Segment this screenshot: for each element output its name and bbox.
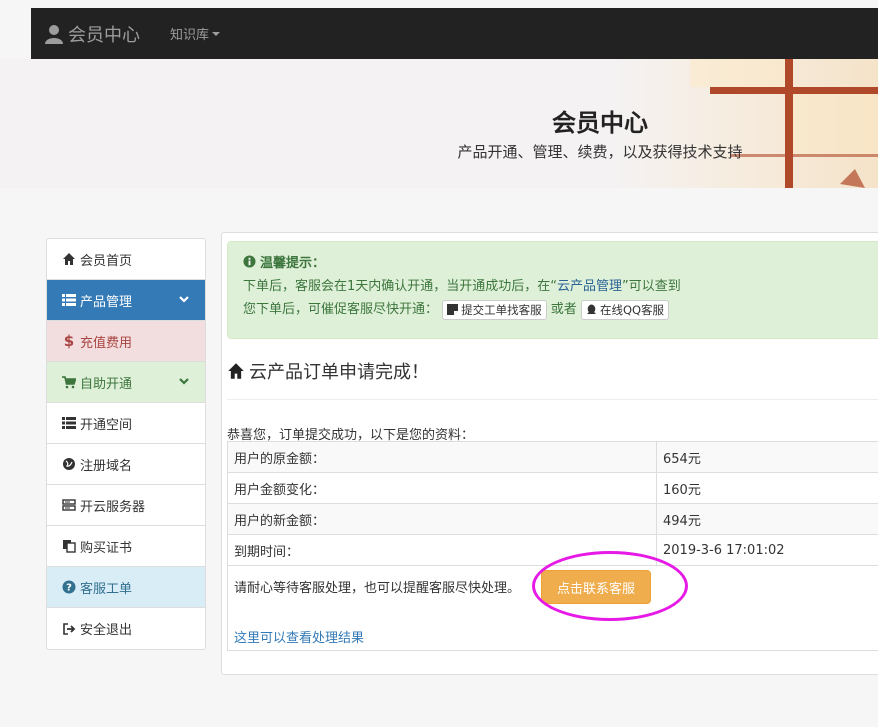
alert-title: 温馨提示： bbox=[243, 252, 878, 271]
row-value: 494元 bbox=[656, 503, 878, 535]
or-text: 或者 bbox=[550, 302, 577, 317]
highlight-circle-annotation bbox=[532, 551, 688, 621]
dollar-icon: $ bbox=[63, 332, 75, 350]
online-qq-button[interactable]: 在线QQ客服 bbox=[580, 299, 670, 320]
hero-banner: 会员中心 产品开通、管理、续费，以及获得技术支持 bbox=[0, 59, 878, 188]
qq-penguin-icon bbox=[586, 304, 596, 314]
chevron-down-icon bbox=[179, 296, 189, 303]
home-icon bbox=[63, 253, 75, 265]
cart-icon bbox=[62, 376, 76, 389]
brand-link[interactable]: 会员中心 bbox=[45, 21, 140, 47]
sidebar-item-self-service[interactable]: 自助开通 bbox=[47, 362, 205, 403]
submit-ticket-button[interactable]: 提交工单找客服 bbox=[442, 299, 547, 320]
row-key: 用户金额变化： bbox=[227, 472, 657, 504]
online-qq-label: 在线QQ客服 bbox=[599, 302, 665, 317]
sidebar-item-open-space[interactable]: 开通空间 bbox=[47, 403, 205, 444]
list-icon bbox=[62, 417, 76, 429]
cloud-product-management-link[interactable]: 云产品管理 bbox=[557, 279, 622, 294]
copy-icon bbox=[63, 540, 76, 553]
brand-label: 会员中心 bbox=[68, 24, 140, 46]
logout-icon bbox=[63, 622, 76, 635]
chevron-down-icon bbox=[179, 378, 189, 385]
caret-down-icon bbox=[212, 31, 221, 36]
sidebar-item-label: 产品管理 bbox=[80, 294, 133, 310]
alert-line-2-text: 您下单后，可催促客服尽快开通： bbox=[243, 302, 439, 317]
row-value: 654元 bbox=[656, 441, 878, 473]
sidebar-item-label: 会员首页 bbox=[80, 253, 133, 269]
table-row: 用户的原金额： 654元 bbox=[227, 441, 878, 473]
server-icon bbox=[62, 499, 76, 511]
info-circle-icon bbox=[243, 255, 256, 268]
contact-row: 请耐心等待客服处理，也可以提醒客服尽快处理。 点击联系客服 这里可以查看处理结果 bbox=[227, 551, 878, 651]
sidebar-item-cloud-server[interactable]: 开云服务器 bbox=[47, 485, 205, 526]
sidebar-item-home[interactable]: 会员首页 bbox=[47, 239, 205, 280]
ticket-icon bbox=[447, 304, 459, 315]
svg-text:?: ? bbox=[66, 583, 72, 594]
page-heading: 云产品订单申请完成！ bbox=[227, 358, 429, 384]
alert-title-text: 温馨提示： bbox=[260, 256, 326, 271]
row-key: 用户的新金额： bbox=[227, 503, 657, 535]
top-navbar: 会员中心 知识库 bbox=[31, 8, 878, 59]
user-icon bbox=[45, 24, 63, 44]
knowledge-base-dropdown[interactable]: 知识库 bbox=[170, 24, 221, 43]
globe-icon bbox=[63, 458, 75, 470]
submit-ticket-label: 提交工单找客服 bbox=[461, 302, 542, 317]
row-value: 2019-3-6 17:01:02 bbox=[656, 534, 878, 566]
alert-line-1: 下单后，客服会在1天内确认开通，当开通成功后，在“云产品管理”可以查到 bbox=[243, 275, 878, 294]
sidebar-item-label: 开通空间 bbox=[80, 417, 133, 433]
order-details-table: 用户的原金额： 654元 用户金额变化： 160元 用户的新金额： 494元 到… bbox=[227, 441, 878, 566]
sidebar-item-label: 开云服务器 bbox=[80, 499, 146, 515]
main-panel: 温馨提示： 下单后，客服会在1天内确认开通，当开通成功后，在“云产品管理”可以查… bbox=[221, 232, 878, 675]
sidebar-item-recharge[interactable]: $ 充值费用 bbox=[47, 321, 205, 362]
banner-subtitle: 产品开通、管理、续费，以及获得技术支持 bbox=[457, 143, 743, 161]
sidebar-item-logout[interactable]: 安全退出 bbox=[47, 608, 205, 649]
divider bbox=[227, 399, 878, 400]
page-heading-text: 云产品订单申请完成！ bbox=[249, 362, 429, 383]
row-key: 用户的原金额： bbox=[227, 441, 657, 473]
list-icon bbox=[62, 294, 76, 306]
knowledge-base-label: 知识库 bbox=[170, 28, 210, 43]
row-value: 160元 bbox=[656, 472, 878, 504]
notice-alert: 温馨提示： 下单后，客服会在1天内确认开通，当开通成功后，在“云产品管理”可以查… bbox=[227, 241, 878, 339]
view-result-link[interactable]: 这里可以查看处理结果 bbox=[234, 627, 364, 646]
table-row: 用户的新金额： 494元 bbox=[227, 503, 878, 535]
home-icon bbox=[228, 363, 244, 379]
sidebar-item-product-management[interactable]: 产品管理 bbox=[47, 280, 205, 321]
wait-text: 请耐心等待客服处理，也可以提醒客服尽快处理。 bbox=[234, 581, 521, 596]
question-icon: ? bbox=[62, 580, 76, 594]
sidebar-item-buy-certificate[interactable]: 购买证书 bbox=[47, 526, 205, 567]
table-row: 用户金额变化： 160元 bbox=[227, 472, 878, 504]
sidebar-menu: 会员首页 产品管理 $ 充值费用 自助开通 开通空间 注册域名 开云服务器 购买… bbox=[46, 238, 206, 650]
sidebar-item-label: 客服工单 bbox=[80, 581, 133, 597]
sidebar-item-support-ticket[interactable]: ? 客服工单 bbox=[47, 567, 205, 608]
sidebar-item-label: 购买证书 bbox=[80, 540, 133, 556]
sidebar-item-label: 自助开通 bbox=[80, 376, 133, 392]
sidebar-item-label: 注册域名 bbox=[80, 458, 133, 474]
alert-line-2: 您下单后，可催促客服尽快开通： 提交工单找客服 或者 在线QQ客服 bbox=[243, 298, 878, 320]
alert-line-1-text: 下单后，客服会在1天内确认开通，当开通成功后，在“ bbox=[243, 279, 558, 294]
sidebar-item-register-domain[interactable]: 注册域名 bbox=[47, 444, 205, 485]
sidebar-item-label: 充值费用 bbox=[80, 335, 133, 351]
alert-line-1-suffix: ”可以查到 bbox=[622, 279, 681, 294]
window-decoration-image bbox=[690, 59, 878, 188]
sidebar-item-label: 安全退出 bbox=[80, 623, 133, 638]
banner-title: 会员中心 bbox=[552, 109, 648, 137]
